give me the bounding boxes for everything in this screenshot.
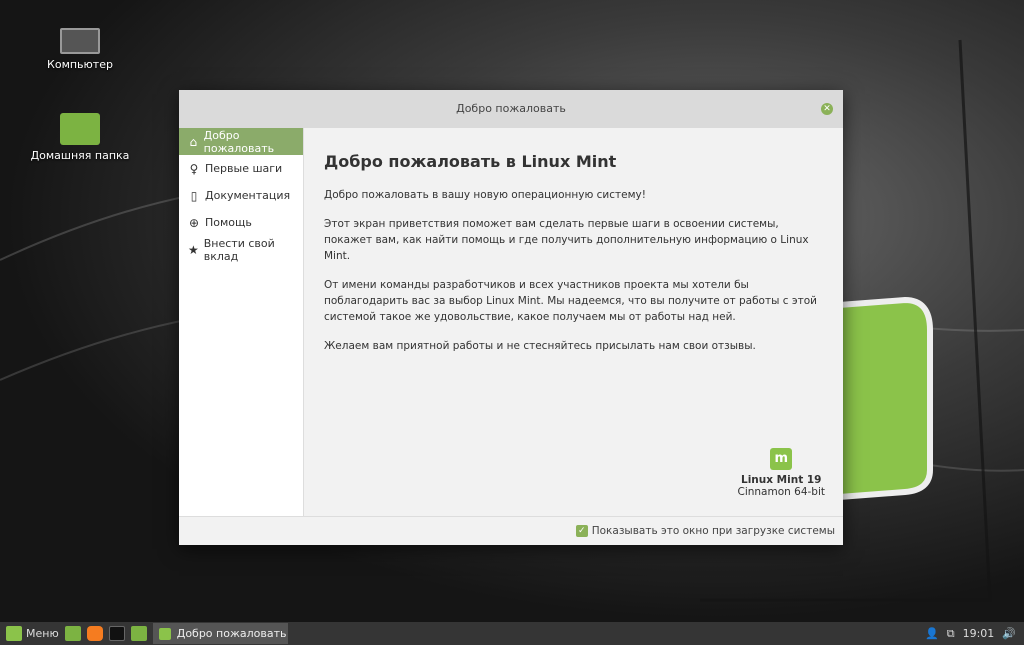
- terminal-icon: [108, 626, 125, 641]
- clock[interactable]: 19:01: [963, 627, 995, 640]
- desktop-icon: [64, 626, 81, 641]
- sidebar-item-contribute[interactable]: ★ Внести свой вклад: [179, 236, 303, 263]
- show-desktop-button[interactable]: [64, 626, 81, 642]
- home-icon: ⌂: [189, 134, 198, 149]
- mint-logo-icon: [6, 626, 22, 641]
- welcome-window: Добро пожаловать ✕ ⌂ Добро пожаловать ♀ Пе…: [179, 90, 843, 545]
- close-button[interactable]: ✕: [821, 103, 833, 115]
- sidebar-item-documentation[interactable]: ▯ Документация: [179, 182, 303, 209]
- sidebar-item-label: Добро пожаловать: [203, 128, 275, 155]
- lightbulb-icon: ♀: [189, 161, 199, 176]
- taskbar: Меню Добро пожаловать 👤 ⧉ 19:01 🔊: [0, 622, 1024, 645]
- firefox-launcher[interactable]: [86, 626, 103, 642]
- desktop-icon-label: Домашняя папка: [30, 149, 130, 162]
- content-pane: Добро пожаловать в Linux Mint Добро пожа…: [304, 128, 843, 516]
- page-heading: Добро пожаловать в Linux Mint: [324, 152, 617, 171]
- menu-label: Меню: [26, 627, 59, 640]
- folder-icon: [130, 626, 147, 641]
- sidebar-item-label: Помощь: [205, 216, 252, 229]
- sidebar-item-first-steps[interactable]: ♀ Первые шаги: [179, 155, 303, 182]
- network-icon[interactable]: ⧉: [947, 627, 955, 641]
- footer: ✓ Показывать это окно при загрузке систе…: [179, 516, 843, 545]
- desktop-icon-computer[interactable]: Компьютер: [25, 28, 135, 71]
- version-name: Linux Mint 19: [741, 474, 822, 486]
- sidebar-item-label: Документация: [205, 189, 291, 202]
- files-launcher[interactable]: [130, 626, 147, 642]
- show-on-startup-checkbox[interactable]: ✓: [575, 525, 588, 537]
- sidebar-item-welcome[interactable]: ⌂ Добро пожаловать: [179, 128, 303, 155]
- paragraph: Этот экран приветствия поможет вам сдела…: [324, 218, 809, 262]
- version-info: m Linux Mint 19 Cinnamon 64-bit: [737, 448, 826, 498]
- menu-button[interactable]: Меню: [6, 626, 59, 642]
- volume-icon[interactable]: 🔊: [1002, 627, 1016, 640]
- user-icon[interactable]: 👤: [925, 627, 939, 640]
- lifebuoy-icon: ⊕: [188, 215, 200, 230]
- star-icon: ★: [187, 242, 199, 257]
- edition: Cinnamon 64-bit: [737, 486, 826, 498]
- mint-logo-icon: m: [770, 448, 793, 470]
- paragraph: Желаем вам приятной работы и не стесняйт…: [324, 340, 756, 352]
- folder-icon: [60, 113, 100, 145]
- show-on-startup-label[interactable]: Показывать это окно при загрузке системы: [592, 525, 835, 537]
- task-label: Добро пожаловать: [176, 627, 287, 640]
- sidebar: ⌂ Добро пожаловать ♀ Первые шаги ▯ Документ…: [179, 128, 304, 516]
- paragraph: От имени команды разработчиков и всех уч…: [324, 279, 817, 323]
- sidebar-item-label: Первые шаги: [205, 162, 283, 175]
- taskbar-window-welcome[interactable]: Добро пожаловать: [152, 623, 288, 644]
- mint-logo-icon: [158, 627, 171, 640]
- firefox-icon: [86, 626, 103, 641]
- system-tray: 👤 ⧉ 19:01 🔊: [925, 627, 1024, 641]
- title-bar[interactable]: Добро пожаловать ✕: [179, 90, 843, 128]
- sidebar-item-label: Внести свой вклад: [203, 236, 275, 263]
- paragraph: Добро пожаловать в вашу новую операционн…: [324, 189, 646, 201]
- sidebar-item-help[interactable]: ⊕ Помощь: [179, 209, 303, 236]
- monitor-icon: [60, 28, 100, 54]
- book-icon: ▯: [190, 188, 198, 203]
- window-title: Добро пожаловать: [456, 102, 566, 115]
- desktop-icon-home[interactable]: Домашняя папка: [25, 113, 135, 162]
- terminal-launcher[interactable]: [108, 626, 125, 642]
- desktop-icon-label: Компьютер: [47, 58, 113, 71]
